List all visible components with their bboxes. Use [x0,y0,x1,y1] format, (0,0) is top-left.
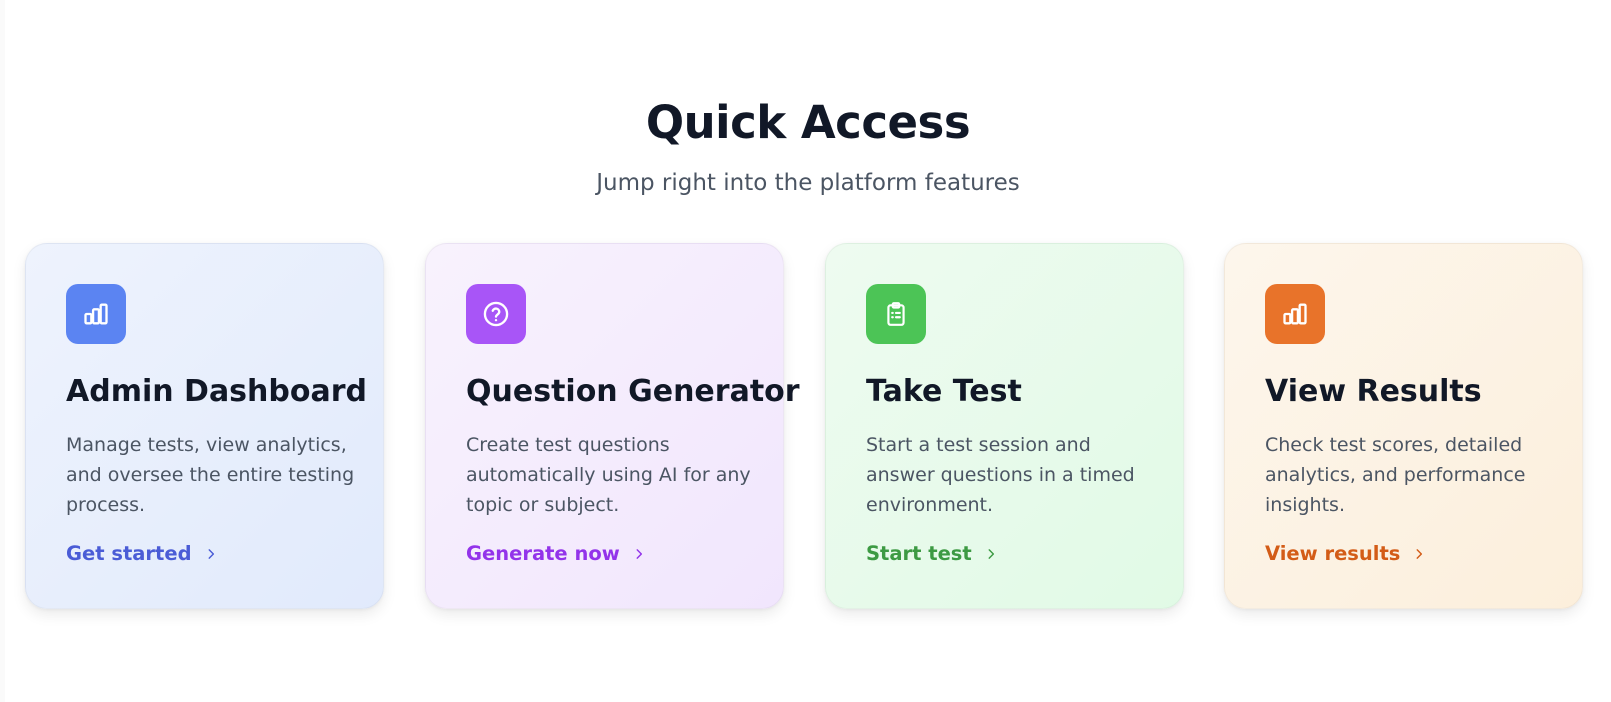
card-question-generator[interactable]: Question Generator Create test questions… [425,243,800,609]
help-circle-icon [466,284,526,344]
quick-access-section: Quick Access Jump right into the platfor… [5,0,1611,702]
link-label: Generate now [466,542,620,565]
chevron-right-icon [204,547,218,561]
card-admin-dashboard[interactable]: Admin Dashboard Manage tests, view analy… [25,243,384,609]
link-label: Get started [66,542,192,565]
link-label: Start test [866,542,972,565]
bar-chart-icon [66,284,126,344]
clipboard-list-icon [866,284,926,344]
section-subtitle: Jump right into the platform features [596,170,1020,196]
card-description: Create test questions automatically usin… [466,434,751,516]
chevron-right-icon [984,547,998,561]
card-title: View Results [1265,374,1482,409]
card-take-test[interactable]: Take Test Start a test session and answe… [825,243,1184,609]
section-title: Quick Access [645,96,971,149]
start-test-link[interactable]: Start test [866,542,998,565]
card-description: Start a test session and answer question… [866,434,1135,516]
card-description: Manage tests, view analytics, and overse… [66,434,355,516]
card-description: Check test scores, detailed analytics, a… [1265,434,1526,516]
bar-chart-icon [1265,284,1325,344]
chevron-right-icon [1412,547,1426,561]
get-started-link[interactable]: Get started [66,542,218,565]
view-results-link[interactable]: View results [1265,542,1426,565]
card-title: Question Generator [466,374,800,409]
generate-now-link[interactable]: Generate now [466,542,646,565]
link-label: View results [1265,542,1401,565]
card-view-results[interactable]: View Results Check test scores, detailed… [1224,243,1583,609]
card-title: Take Test [866,374,1022,409]
card-title: Admin Dashboard [66,374,367,409]
chevron-right-icon [632,547,646,561]
